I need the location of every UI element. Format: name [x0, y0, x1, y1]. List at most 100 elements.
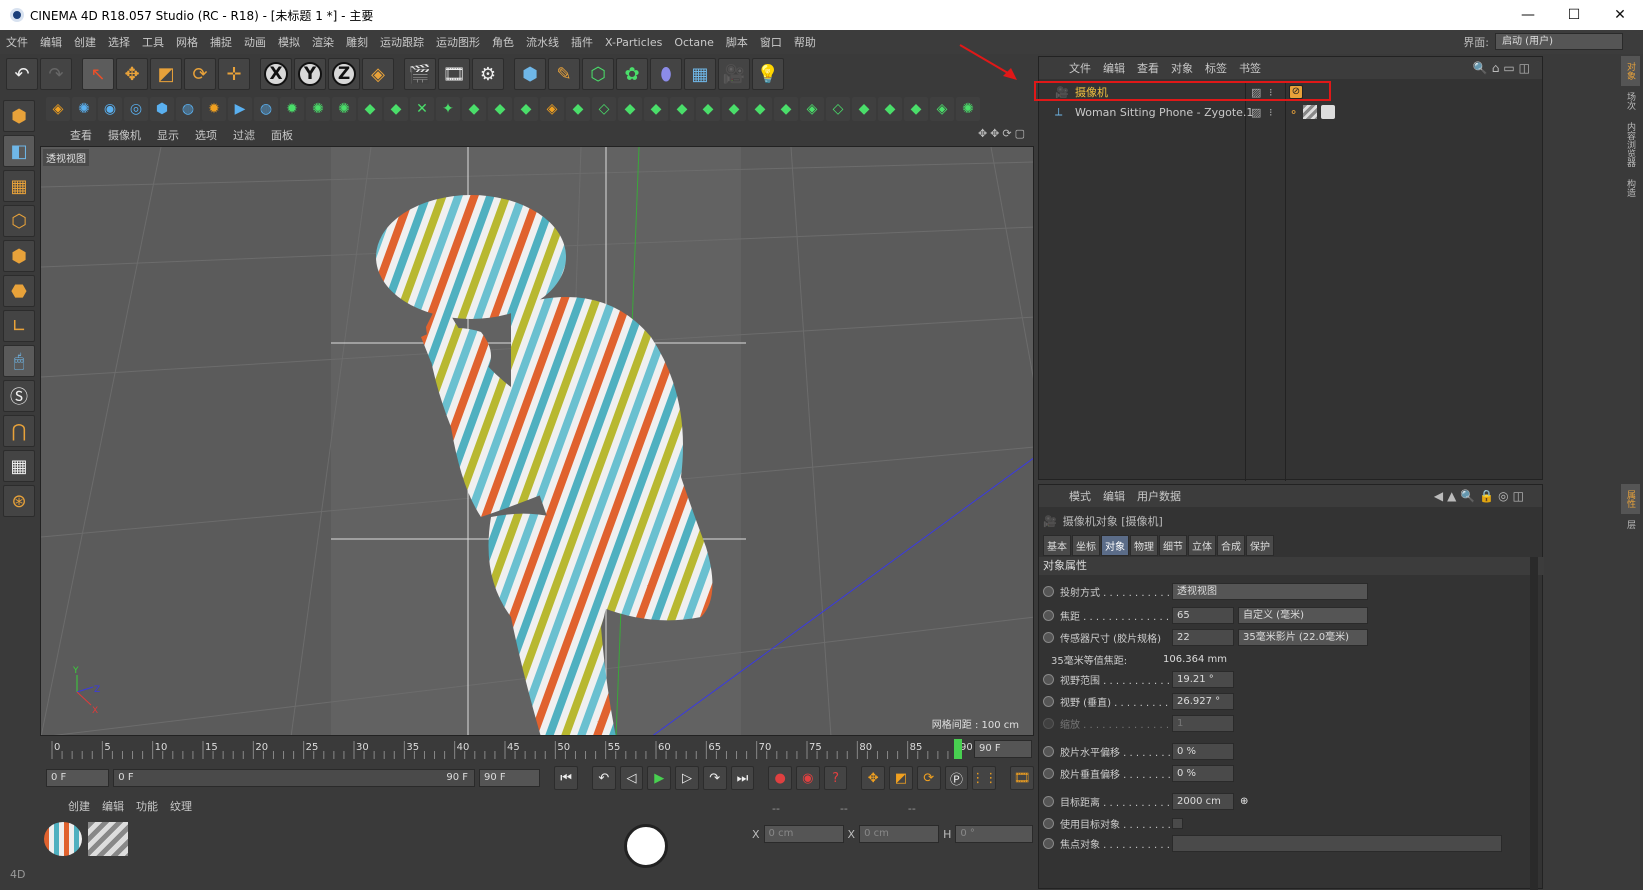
material-menu-item[interactable]: 创建	[62, 798, 96, 814]
plugin-tool-icon[interactable]: ◆	[644, 97, 668, 121]
attribute-nav-icons[interactable]: ◀▲🔍🔒◎◫	[1434, 489, 1528, 503]
menu-item[interactable]: 角色	[486, 34, 520, 50]
side-tab[interactable]: 对象	[1621, 56, 1640, 86]
minimize-button[interactable]: —	[1505, 0, 1551, 30]
timeline-window-icon[interactable]: 🎞	[1010, 766, 1034, 790]
attribute-menu-item[interactable]: 用户数据	[1131, 488, 1187, 504]
subdivision-icon[interactable]: ⬡	[582, 58, 614, 90]
visibility-dots-icon-2[interactable]: ⁝	[1269, 106, 1273, 119]
go-to-start-icon[interactable]: ⏮	[554, 766, 578, 790]
plugin-tool-icon[interactable]: ◉	[98, 97, 122, 121]
attribute-menu-item[interactable]: 模式	[1063, 488, 1097, 504]
plugin-tool-icon[interactable]: ◎	[124, 97, 148, 121]
object-name-woman[interactable]: Woman Sitting Phone - Zygote.1	[1075, 106, 1253, 119]
object-row-woman[interactable]: ⟂ Woman Sitting Phone - Zygote.1 ▨ ⁝ ⚬	[1039, 102, 1544, 122]
plugin-tool-icon[interactable]: ◆	[462, 97, 486, 121]
attribute-tab[interactable]: 物理	[1130, 535, 1158, 556]
timeline-end-field[interactable]: 90 F	[974, 740, 1032, 758]
material-thumb-pattern[interactable]	[88, 822, 128, 856]
attribute-tab[interactable]: 细节	[1159, 535, 1187, 556]
property-dropdown[interactable]: 自定义 (毫米)	[1238, 606, 1368, 624]
menu-item[interactable]: 运动跟踪	[374, 34, 430, 50]
plugin-tool-icon[interactable]: ✺	[332, 97, 356, 121]
camera-icon[interactable]: 🎥	[718, 58, 750, 90]
render-picture-viewer-icon[interactable]: 🎞	[438, 58, 470, 90]
pen-icon[interactable]: ✎	[548, 58, 580, 90]
object-menu-item[interactable]: 书签	[1233, 60, 1267, 76]
plugin-tool-icon[interactable]: ✹	[202, 97, 226, 121]
plugin-tool-icon[interactable]: ✺	[306, 97, 330, 121]
deformer-icon[interactable]: ⬮	[650, 58, 682, 90]
property-animate-radio[interactable]	[1043, 817, 1054, 829]
cube-icon[interactable]: ⬢	[514, 58, 546, 90]
attribute-tab[interactable]: 立体	[1188, 535, 1216, 556]
coord-x-field[interactable]: 0 cm	[763, 825, 844, 843]
property-animate-radio[interactable]	[1043, 631, 1054, 643]
menu-item[interactable]: 流水线	[520, 34, 565, 50]
side-tab-attr[interactable]: 层	[1621, 514, 1640, 535]
autokey-icon[interactable]: ◉	[795, 766, 820, 790]
end-frame-field[interactable]: 90 F	[479, 769, 541, 787]
frame-range-slider[interactable]: 0 F 90 F	[113, 769, 476, 787]
plugin-tool-icon[interactable]: ✺	[72, 97, 96, 121]
undo-icon[interactable]: ↶	[6, 58, 38, 90]
layer-icon-2[interactable]: ▨	[1251, 106, 1261, 119]
workplane-icon[interactable]: ⊛	[3, 485, 35, 517]
workplane-lock-icon[interactable]: ▦	[3, 450, 35, 482]
rotate-icon[interactable]: ⟳	[184, 58, 216, 90]
attribute-scrollbar[interactable]	[1530, 557, 1538, 890]
menu-item[interactable]: 工具	[136, 34, 170, 50]
plugin-tool-icon[interactable]: ◈	[930, 97, 954, 121]
viewport-menu-item[interactable]: 选项	[187, 127, 225, 143]
next-frame-icon[interactable]: ▷	[675, 766, 699, 790]
make-editable-icon[interactable]: ⬢	[3, 100, 35, 132]
plugin-tool-icon[interactable]: ⬢	[150, 97, 174, 121]
object-menu-item[interactable]: 编辑	[1097, 60, 1131, 76]
timeline[interactable]: 0 5 10 15 20 25 30 35 40 45 50 55 60 65 70 75 80 85 90 90 …	[40, 737, 1034, 761]
material-menu-item[interactable]: 纹理	[164, 798, 198, 814]
key-pla-icon[interactable]: ⋮⋮	[971, 766, 997, 790]
attribute-tab[interactable]: 保护	[1246, 535, 1274, 556]
axis-mode-icon[interactable]: ∟	[3, 310, 35, 342]
property-animate-radio[interactable]	[1043, 795, 1054, 807]
viewport-menu-item[interactable]: 查看	[62, 127, 100, 143]
texture-mode-icon[interactable]: ▦	[3, 170, 35, 202]
property-animate-radio[interactable]	[1043, 609, 1054, 621]
key-scale-icon[interactable]: ◩	[889, 766, 913, 790]
record-key-icon[interactable]: ●	[768, 766, 792, 790]
menu-item[interactable]: 运动图形	[430, 34, 486, 50]
attribute-tab[interactable]: 基本	[1043, 535, 1071, 556]
z-axis-icon[interactable]: Z	[328, 58, 360, 90]
side-tab-attr[interactable]: 属性	[1621, 484, 1640, 514]
property-value-field[interactable]: 0 %	[1172, 764, 1234, 782]
object-menu-item[interactable]: 查看	[1131, 60, 1165, 76]
plugin-tool-icon[interactable]: ◆	[904, 97, 928, 121]
property-value-field[interactable]: 2000 cm	[1172, 792, 1234, 810]
texture-tag-icon[interactable]	[1321, 105, 1335, 119]
light-icon[interactable]: 💡	[752, 58, 784, 90]
floor-icon[interactable]: ▦	[684, 58, 716, 90]
property-value-field[interactable]: 26.927 °	[1172, 692, 1234, 710]
snap-icon[interactable]: Ⓢ	[3, 380, 35, 412]
menu-item[interactable]: 创建	[68, 34, 102, 50]
plugin-tool-icon[interactable]: ◆	[748, 97, 772, 121]
menu-item[interactable]: 雕刻	[340, 34, 374, 50]
plugin-tool-icon[interactable]: ◈	[540, 97, 564, 121]
viewport-menu-item[interactable]: 摄像机	[100, 127, 149, 143]
plugin-tool-icon[interactable]: ◇	[592, 97, 616, 121]
menu-item[interactable]: Octane	[668, 36, 720, 49]
move-icon[interactable]: ✥	[116, 58, 148, 90]
plugin-tool-icon[interactable]: ◆	[488, 97, 512, 121]
plugin-tool-icon[interactable]: ✕	[410, 97, 434, 121]
plugin-tool-icon[interactable]: ◆	[670, 97, 694, 121]
prev-frame-icon[interactable]: ◁	[619, 766, 644, 790]
property-value-field[interactable]: 0 %	[1172, 742, 1234, 760]
y-axis-icon[interactable]: Y	[294, 58, 326, 90]
plugin-tool-icon[interactable]: ◆	[878, 97, 902, 121]
plugin-tool-icon[interactable]: ▶	[228, 97, 252, 121]
object-menu-item[interactable]: 对象	[1165, 60, 1199, 76]
property-dropdown[interactable]: 透视视图	[1172, 582, 1368, 600]
attribute-tab[interactable]: 合成	[1217, 535, 1245, 556]
property-animate-radio[interactable]	[1043, 585, 1054, 597]
target-pick-icon[interactable]: ⊕	[1240, 796, 1248, 807]
